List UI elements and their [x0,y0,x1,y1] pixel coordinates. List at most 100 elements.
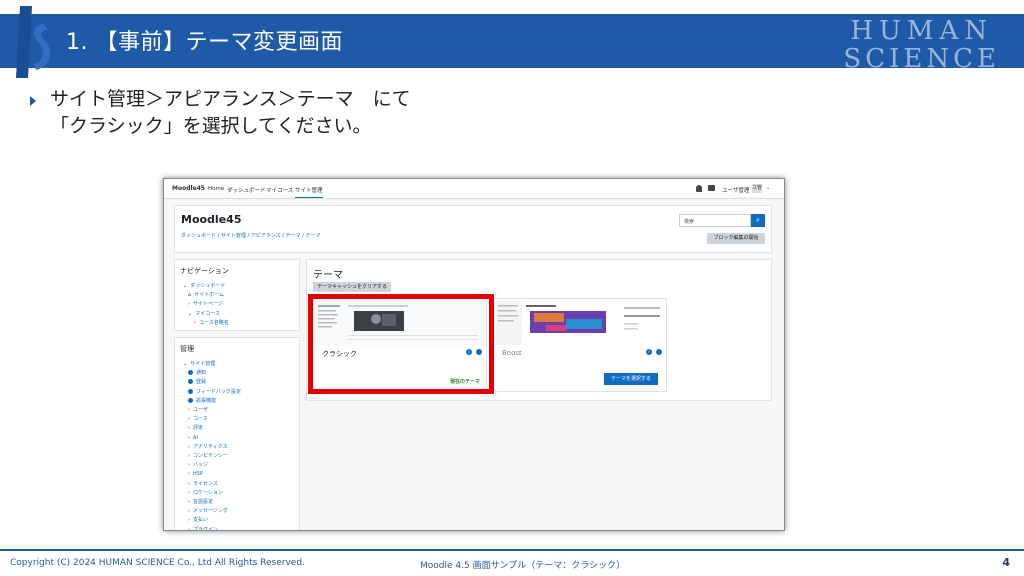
slide-title: 1. 【事前】テーマ変更画面 [66,30,343,55]
bell-icon[interactable] [696,185,702,192]
admin-block-item[interactable]: › 評定 [180,424,294,433]
admin-block-label: コース [193,416,208,423]
nav-item-home[interactable]: Home [208,186,224,192]
admin-block-item[interactable]: › メッセージング [180,507,294,516]
nav-block-item[interactable]: › コース名略名 [180,319,294,328]
nav-item-dashboard[interactable]: ダッシュボード [227,186,266,194]
nav-block-label: ダッシュボード [190,283,226,289]
search-icon[interactable]: ⌕ [751,214,765,227]
clear-theme-cache-button[interactable]: テーマキャッシュをクリアする [313,282,392,292]
theme-card-boost[interactable]: Boost i テーマを選択する [493,298,667,392]
select-theme-button[interactable]: テーマを選択する [604,373,658,385]
admin-block-label: 登録 [196,379,207,386]
admin-list: ⌄ サイト管理 通知 登録 フィードバック設定 拡張機能 › ユーザ › コース › 評定 › AI › アナ… [180,360,294,531]
admin-block-item[interactable]: › 支払い [180,516,294,525]
admin-block-item[interactable]: › コンピテンシー [180,452,294,461]
chevron-right-icon: › [194,319,196,326]
hs-logo-icon [16,6,51,78]
admin-block-label: メッセージング [193,508,228,515]
slide: 1. 【事前】テーマ変更画面 HUMAN SCIENCE サイト管理＞アピアラン… [0,0,1024,576]
user-menu[interactable]: ユーザ管理 [722,186,749,194]
chevron-right-icon: › [188,443,190,450]
breadcrumb[interactable]: ダッシュボード / サイト管理 / アピアランス / テーマ / テーマ [181,232,320,239]
info-icon[interactable]: i [646,349,652,355]
chevron-right-icon: › [188,416,190,423]
admin-block-item[interactable]: ⌄ サイト管理 [180,360,294,369]
page-header: Moodle45 ダッシュボード / サイト管理 / アピアランス / テーマ … [174,205,772,253]
home-icon: ⌂ [188,292,192,299]
nav-block-label: マイコース [195,310,220,317]
admin-block-item[interactable]: › ユーザ [180,406,294,415]
nav-block-item[interactable]: ⌂ サイトホーム [180,291,294,300]
admin-block-item[interactable]: 通知 [180,369,294,378]
admin-block-item[interactable]: › H5P [180,470,294,479]
admin-block-item[interactable]: 拡張機能 [180,397,294,406]
chevron-right-icon: › [188,480,190,487]
moodle-navbar: Moodle45 Home ダッシュボード マイコース サイト管理 ユーザ管理 … [164,179,784,199]
admin-block-label: プラグイン [193,526,219,531]
chevron-down-icon: ⌄ [183,361,188,367]
admin-block-item[interactable]: › ロケーション [180,489,294,498]
search-input[interactable]: 検索 [679,214,751,227]
chevron-right-icon: › [188,462,190,469]
nav-item-mycourses[interactable]: マイコース [266,186,293,194]
chevron-right-icon: › [188,453,190,460]
highlight-box [308,294,494,394]
footer-line [0,549,1024,551]
chevron-down-icon: ⌄ [183,283,188,289]
brand-logo: HUMAN SCIENCE [843,18,1000,72]
nav-block-item[interactable]: › サイトページ [180,300,294,309]
admin-block-item[interactable]: › プラグイン [180,526,294,531]
chevron-right-icon: › [188,471,190,478]
admin-block-label: 評定 [193,425,204,432]
chevron-right-icon: › [188,425,190,432]
navigation-list: ⌄ ダッシュボード ⌂ サイトホーム › サイトページ ⌄ マイコース › コース名略名 [180,282,294,328]
nav-block-item[interactable]: ⌄ マイコース [180,310,294,319]
admin-block-title: 管理 [180,345,194,353]
admin-block-item[interactable]: › アナリティクス [180,443,294,452]
admin-block-label: ロケーション [193,489,223,496]
chevron-right-icon: › [188,434,190,441]
instruction-text: サイト管理＞アピアランス＞テーマ にて 「クラシック」を選択してください。 [50,88,411,137]
chevron-down-icon[interactable]: ⌄ [766,185,770,191]
chevron-right-icon: › [188,407,190,414]
nav-block-item[interactable]: ⌄ ダッシュボード [180,282,294,291]
admin-block-label: 言語設定 [193,499,214,506]
admin-block-label: 支払い [193,517,209,524]
page-number: 4 [1002,556,1010,569]
admin-block-item[interactable]: › バッジ [180,461,294,470]
admin-block-item[interactable]: › コース [180,415,294,424]
admin-block-label: H5P [193,471,203,478]
chevron-right-icon: › [188,517,190,524]
gear-icon [188,397,193,403]
left-blocks: ナビゲーション ⌄ ダッシュボード ⌂ サイトホーム › サイトページ ⌄ マイコース › コース… [174,259,300,531]
boost-preview-image [496,301,664,345]
admin-block-label: サイト管理 [190,361,216,367]
avatar[interactable]: ユ管 [752,184,762,193]
footer-copyright: Copyright (C) 2024 HUMAN SCIENCE Co., Lt… [10,558,305,568]
chevron-right-icon: › [188,526,190,531]
admin-block-item[interactable]: › ライセンス [180,480,294,489]
chevron-right-icon: › [188,499,190,506]
admin-block-label: コンピテンシー [193,453,229,460]
edit-blocks-button[interactable]: ブロック編集の開始 [707,233,765,244]
admin-block-label: バッジ [193,462,209,469]
admin-block-item[interactable]: 登録 [180,378,294,387]
admin-block-label: 通知 [196,370,207,377]
admin-block-label: アナリティクス [193,443,228,450]
chevron-down-icon: ⌄ [188,310,193,317]
chat-icon[interactable] [708,185,715,191]
nav-item-site-admin[interactable]: サイト管理 [295,186,323,198]
gear-icon [188,370,193,376]
nav-block-label: サイトページ [193,301,223,308]
admin-block-item[interactable]: › AI [180,434,294,443]
admin-block-label: ユーザ [193,407,208,414]
admin-block-item[interactable]: › 言語設定 [180,498,294,507]
gear-icon [188,388,193,394]
admin-block-label: AI [193,434,198,441]
chevron-right-icon: › [188,508,190,515]
gear-icon[interactable] [656,349,662,355]
admin-block-item[interactable]: フィードバック設定 [180,388,294,397]
nav-brand[interactable]: Moodle45 [172,185,205,192]
nav-block-label: コース名略名 [199,319,229,326]
